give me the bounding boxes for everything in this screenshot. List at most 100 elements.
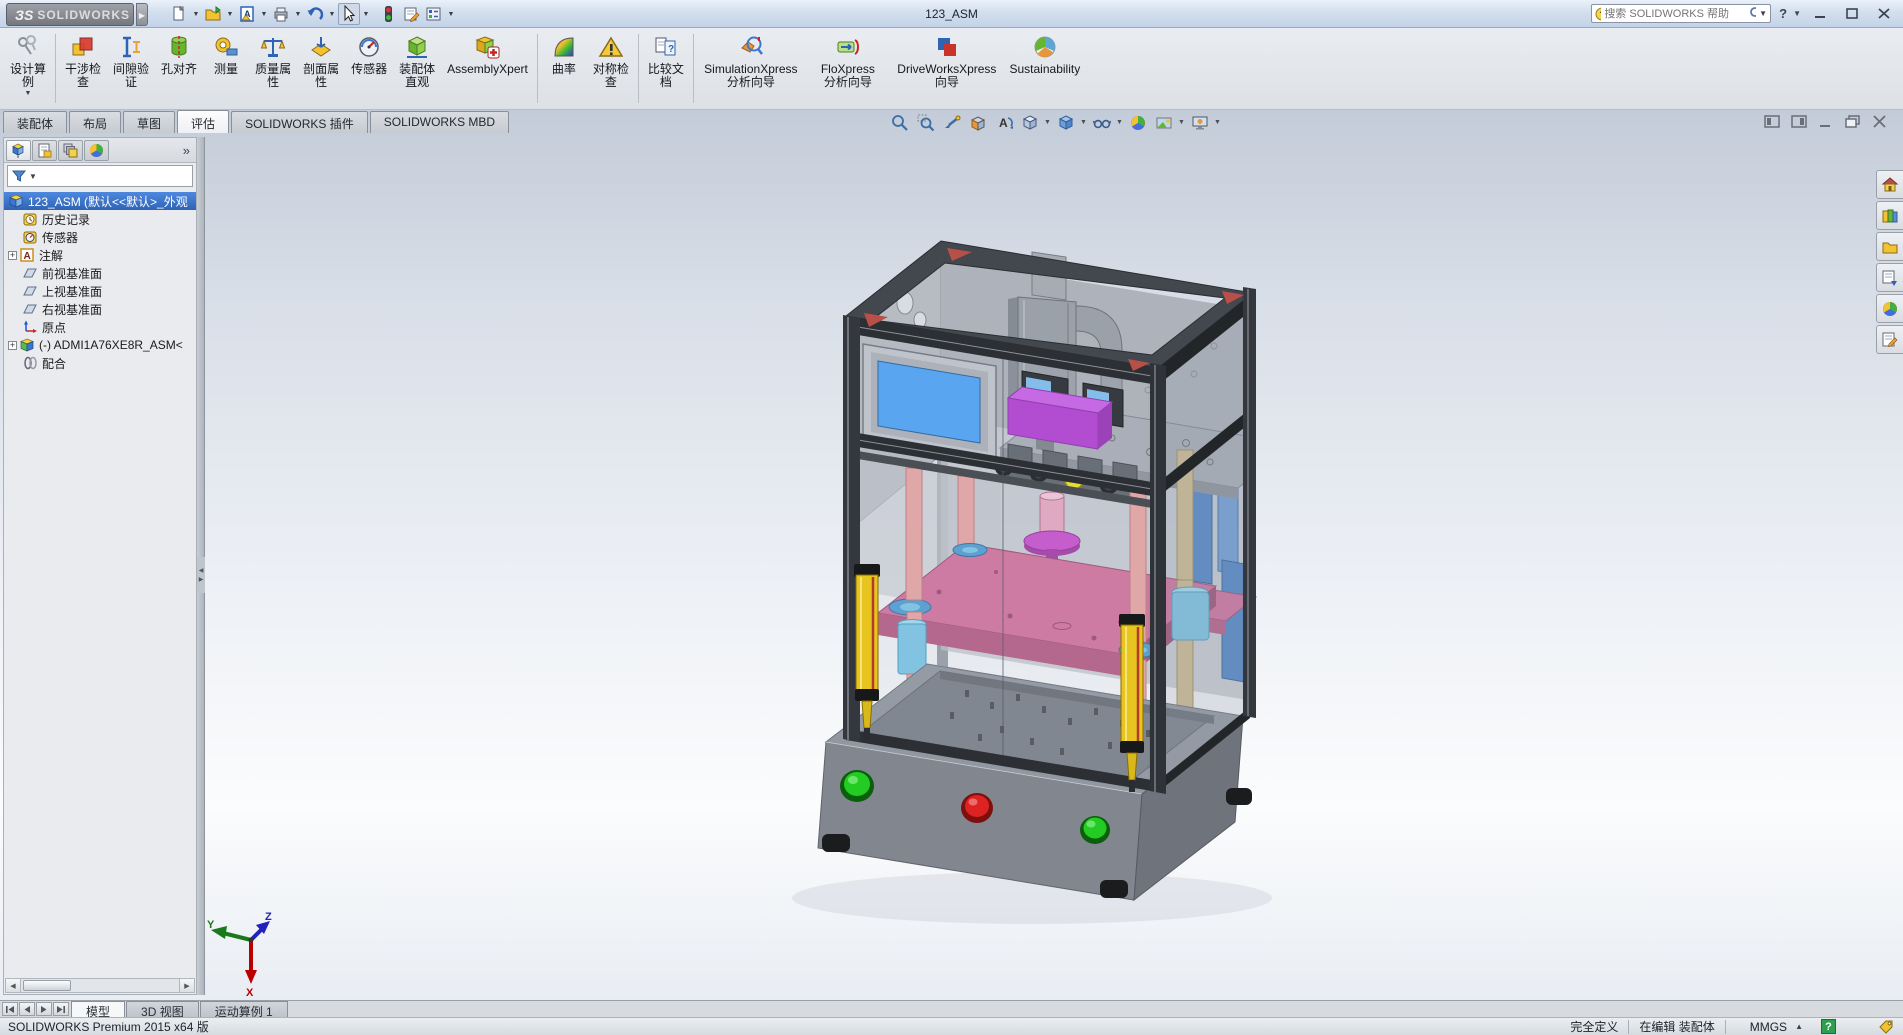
- assembly-model[interactable]: [792, 240, 1272, 924]
- tree-item-sensors[interactable]: 传感器: [4, 228, 196, 246]
- hide-show-caret-icon[interactable]: ▼: [1116, 119, 1124, 126]
- ribbon-button-measure[interactable]: 测量: [203, 31, 249, 105]
- tab-evaluate[interactable]: 评估: [177, 110, 230, 133]
- apply-scene-caret-icon[interactable]: ▼: [1178, 119, 1186, 126]
- custom-properties-tab[interactable]: [1876, 325, 1903, 354]
- tree-item-right-plane[interactable]: 右视基准面: [4, 300, 196, 318]
- scroll-left-arrow-icon[interactable]: ◀: [6, 979, 21, 992]
- tree-item-mates[interactable]: 配合: [4, 354, 196, 372]
- hide-show-items-button[interactable]: [1090, 112, 1114, 133]
- solidworks-resources-tab[interactable]: [1876, 170, 1903, 199]
- panel-horizontal-scrollbar[interactable]: ◀ ▶: [5, 978, 195, 993]
- last-tab-button[interactable]: [53, 1002, 69, 1016]
- search-caret-icon[interactable]: ▼: [1759, 9, 1767, 18]
- tab-assembly[interactable]: 装配体: [3, 111, 68, 133]
- ribbon-button-symmetry-check[interactable]: 对称检 查: [587, 31, 635, 105]
- feature-filter-input[interactable]: ▼: [7, 165, 193, 187]
- next-tab-button[interactable]: [36, 1002, 52, 1016]
- 3d-views-tab[interactable]: 3D 视图: [126, 1001, 199, 1019]
- ribbon-button-hole-alignment[interactable]: 孔对齐: [155, 31, 203, 105]
- property-manager-tab[interactable]: [32, 139, 57, 161]
- feature-tree-tab[interactable]: [6, 139, 31, 161]
- splitter-handle[interactable]: ◀ ▶: [197, 557, 205, 593]
- section-view-button[interactable]: [966, 112, 990, 133]
- motion-study-tab[interactable]: 运动算例 1: [199, 1001, 288, 1019]
- close-button[interactable]: [1871, 4, 1897, 23]
- ribbon-button-assembly-visualization[interactable]: 装配体 直观: [393, 31, 441, 105]
- file-explorer-tab[interactable]: [1876, 232, 1903, 261]
- tab-solidworks-addins[interactable]: SOLIDWORKS 插件: [231, 111, 368, 133]
- ribbon-button-design-study[interactable]: 设计算 例 ▼: [4, 31, 52, 105]
- pane-left-button[interactable]: [1763, 114, 1781, 129]
- ribbon-button-compare-documents[interactable]: ? 比较文 档: [642, 31, 690, 105]
- display-manager-tab[interactable]: [84, 139, 109, 161]
- tree-item-component-admi[interactable]: + (-) ADMI1A76XE8R_ASM<: [4, 336, 196, 354]
- tab-layout[interactable]: 布局: [69, 111, 122, 133]
- edit-appearance-button[interactable]: [1126, 112, 1150, 133]
- tab-sketch[interactable]: 草图: [123, 111, 176, 133]
- expand-icon[interactable]: +: [8, 250, 17, 260]
- search-input[interactable]: [1604, 7, 1747, 20]
- ribbon-button-sensors[interactable]: 传感器: [345, 31, 393, 105]
- doc-restore-button[interactable]: [1844, 114, 1862, 129]
- view-orientation-caret-icon[interactable]: ▼: [1044, 119, 1052, 126]
- ribbon-button-section-properties[interactable]: 剖面属 性: [297, 31, 345, 105]
- help-caret-icon[interactable]: ▼: [1793, 9, 1801, 18]
- scroll-right-arrow-icon[interactable]: ▶: [179, 979, 194, 992]
- graphics-area[interactable]: [0, 110, 1903, 1000]
- view-settings-button[interactable]: [1188, 112, 1212, 133]
- annotation-view-button[interactable]: A: [992, 112, 1016, 133]
- design-study-caret-icon[interactable]: ▼: [25, 90, 32, 97]
- appearances-scenes-tab[interactable]: [1876, 294, 1903, 323]
- more-tabs-chevron-icon[interactable]: »: [183, 143, 190, 158]
- panel-splitter[interactable]: ◀ ▶: [197, 137, 205, 995]
- stop-button[interactable]: [961, 793, 993, 823]
- ribbon-button-assemblyxpert[interactable]: AssemblyXpert: [441, 31, 534, 105]
- ribbon-button-driveworksxpress[interactable]: DriveWorksXpress 向导: [891, 31, 1003, 105]
- view-settings-caret-icon[interactable]: ▼: [1214, 119, 1222, 126]
- doc-close-button[interactable]: [1871, 114, 1889, 129]
- expand-icon[interactable]: +: [8, 340, 17, 350]
- tree-item-top-plane[interactable]: 上视基准面: [4, 282, 196, 300]
- ribbon-button-curvature[interactable]: 曲率: [541, 31, 587, 105]
- display-style-button[interactable]: [1054, 112, 1078, 133]
- tree-item-annotations[interactable]: + A 注解: [4, 246, 196, 264]
- restore-button[interactable]: [1839, 4, 1865, 23]
- display-style-caret-icon[interactable]: ▼: [1080, 119, 1088, 126]
- tags-icon[interactable]: [1878, 1019, 1895, 1034]
- zoom-to-fit-button[interactable]: [888, 112, 912, 133]
- configuration-manager-tab[interactable]: [58, 139, 83, 161]
- minimize-button[interactable]: [1807, 4, 1833, 23]
- apply-scene-button[interactable]: [1152, 112, 1176, 133]
- doc-minimize-button[interactable]: [1817, 114, 1835, 129]
- ribbon-button-interference-check[interactable]: 干涉检 查: [59, 31, 107, 105]
- ribbon-button-mass-properties[interactable]: 质量属 性: [249, 31, 297, 105]
- ribbon-button-sustainability[interactable]: Sustainability: [1003, 31, 1087, 105]
- start-button-left[interactable]: [840, 770, 874, 802]
- units-selector[interactable]: MMGS: [1750, 1020, 1787, 1034]
- units-caret-icon[interactable]: ▲: [1795, 1022, 1803, 1031]
- tab-solidworks-mbd[interactable]: SOLIDWORKS MBD: [369, 111, 510, 133]
- ribbon-button-simulationxpress[interactable]: SimulationXpress 分析向导: [697, 31, 805, 105]
- start-button-right[interactable]: [1080, 816, 1110, 844]
- previous-view-button[interactable]: [940, 112, 964, 133]
- tree-root-assembly[interactable]: 123_ASM (默认<<默认>_外观: [4, 192, 196, 210]
- quick-tips-button[interactable]: ?: [1821, 1019, 1836, 1034]
- design-library-tab[interactable]: [1876, 201, 1903, 230]
- tree-item-origin[interactable]: 原点: [4, 318, 196, 336]
- view-palette-tab[interactable]: [1876, 263, 1903, 292]
- view-orientation-button[interactable]: [1018, 112, 1042, 133]
- model-tab[interactable]: 模型: [71, 1001, 126, 1019]
- previous-tab-button[interactable]: [19, 1002, 35, 1016]
- help-button[interactable]: ?: [1779, 6, 1787, 21]
- first-tab-button[interactable]: [2, 1002, 18, 1016]
- zoom-to-area-button[interactable]: [914, 112, 938, 133]
- search-icon[interactable]: [1749, 6, 1757, 21]
- help-search-box[interactable]: ? ▼: [1591, 4, 1771, 23]
- pane-right-button[interactable]: [1790, 114, 1808, 129]
- tree-item-front-plane[interactable]: 前视基准面: [4, 264, 196, 282]
- ribbon-button-floxpress[interactable]: FloXpress 分析向导: [805, 31, 891, 105]
- filter-caret-icon[interactable]: ▼: [29, 172, 37, 181]
- ribbon-button-clearance-verify[interactable]: 间隙验 证: [107, 31, 155, 105]
- tree-item-history[interactable]: 历史记录: [4, 210, 196, 228]
